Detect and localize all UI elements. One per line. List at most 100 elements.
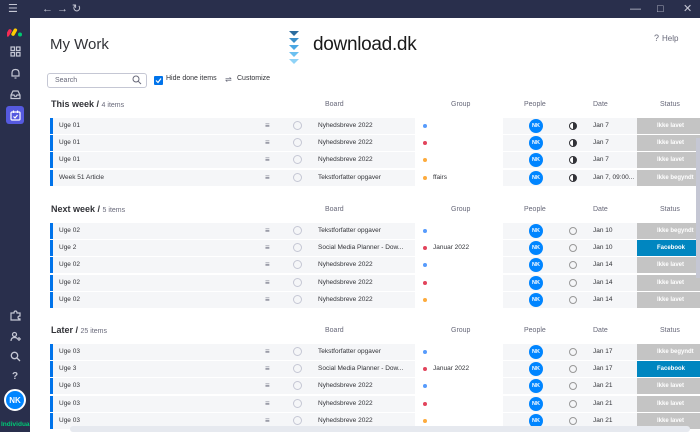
column-header-date[interactable]: Date — [593, 206, 608, 213]
hamburger-icon[interactable]: ☰ — [8, 1, 18, 17]
column-header-group[interactable]: Group — [451, 101, 470, 108]
updates-icon[interactable] — [293, 226, 302, 235]
person-avatar[interactable]: NK — [529, 275, 543, 290]
column-header-people[interactable]: People — [524, 206, 546, 213]
item-name[interactable]: Uge 03 — [59, 400, 80, 407]
person-avatar[interactable]: NK — [529, 170, 543, 185]
updates-icon[interactable] — [293, 294, 302, 304]
status-label[interactable]: Facebook — [637, 361, 700, 378]
date-value[interactable]: Jan 7 — [593, 156, 609, 163]
item-name[interactable]: Week 51 Article — [59, 174, 104, 181]
status-label[interactable]: Ikke lavet — [637, 378, 700, 395]
table-row[interactable]: Uge 02 ≡ Nyhedsbreve 2022 NK Jan 14 Ikke lave… — [50, 291, 700, 308]
column-header-status[interactable]: Status — [660, 101, 680, 108]
table-row[interactable]: Uge 02 ≡ Nyhedsbreve 2022 NK Jan 14 Ikke lave… — [50, 274, 700, 291]
section-title[interactable]: Next week / 5 items — [51, 204, 125, 214]
subitems-icon[interactable]: ≡ — [265, 121, 270, 130]
updates-icon[interactable] — [293, 243, 302, 253]
item-name[interactable]: Uge 02 — [59, 296, 80, 303]
column-header-group[interactable]: Group — [451, 206, 470, 213]
date-value[interactable]: Jan 7 — [593, 122, 609, 129]
column-header-board[interactable]: Board — [325, 101, 344, 108]
item-name[interactable]: Uge 01 — [59, 139, 80, 146]
updates-icon[interactable] — [293, 347, 302, 356]
inbox-icon[interactable] — [7, 86, 23, 102]
status-label[interactable]: Ikke lavet — [637, 152, 700, 169]
date-value[interactable]: Jan 14 — [593, 279, 613, 286]
horizontal-scrollbar[interactable] — [70, 426, 690, 432]
subitems-icon[interactable]: ≡ — [265, 381, 270, 390]
updates-icon[interactable] — [293, 364, 302, 374]
column-header-status[interactable]: Status — [660, 206, 680, 213]
board-name[interactable]: Tekstforfatter opgaver — [318, 227, 381, 234]
search-icon[interactable] — [7, 348, 23, 364]
table-row[interactable]: Uge 01 ≡ Nyhedsbreve 2022 NK Jan 7 Ikke lavet — [50, 118, 700, 134]
bell-icon[interactable] — [7, 65, 23, 81]
vertical-scrollbar[interactable] — [696, 138, 700, 278]
item-name[interactable]: Uge 01 — [59, 122, 80, 129]
hide-done-checkbox[interactable] — [154, 76, 163, 85]
board-name[interactable]: Nyhedsbreve 2022 — [318, 417, 373, 424]
person-avatar[interactable]: NK — [529, 362, 543, 377]
search-input[interactable]: Search — [47, 73, 147, 88]
help-button[interactable]: ? Help — [654, 33, 678, 43]
status-label[interactable]: Ikke lavet — [637, 395, 700, 412]
date-value[interactable]: Jan 17 — [593, 365, 613, 372]
avatar[interactable]: NK — [4, 389, 26, 411]
board-name[interactable]: Nyhedsbreve 2022 — [318, 296, 373, 303]
column-header-people[interactable]: People — [524, 101, 546, 108]
apps-grid-icon[interactable] — [7, 43, 23, 59]
updates-icon[interactable] — [293, 138, 302, 148]
subitems-icon[interactable]: ≡ — [265, 347, 270, 356]
column-header-board[interactable]: Board — [325, 206, 344, 213]
column-header-group[interactable]: Group — [451, 327, 470, 334]
customize-icon[interactable]: ⇌ — [225, 75, 232, 84]
item-name[interactable]: Uge 02 — [59, 261, 80, 268]
column-header-date[interactable]: Date — [593, 327, 608, 334]
table-row[interactable]: Uge 03 ≡ Nyhedsbreve 2022 NK Jan 21 Ikke lave… — [50, 378, 700, 395]
subitems-icon[interactable]: ≡ — [265, 138, 270, 147]
date-value[interactable]: Jan 14 — [593, 296, 613, 303]
board-name[interactable]: Nyhedsbreve 2022 — [318, 400, 373, 407]
back-arrow-icon[interactable]: ← — [42, 1, 53, 17]
table-row[interactable]: Uge 2 ≡ Social Media Planner - Dow... Janua… — [50, 240, 700, 257]
section-title[interactable]: Later / 25 items — [51, 325, 107, 335]
status-label[interactable]: Ikke begyndt — [637, 169, 700, 186]
board-name[interactable]: Nyhedsbreve 2022 — [318, 382, 373, 389]
person-avatar[interactable]: NK — [529, 379, 543, 394]
date-value[interactable]: Jan 21 — [593, 382, 613, 389]
person-avatar[interactable]: NK — [529, 224, 543, 238]
section-title[interactable]: This week / 4 items — [51, 99, 124, 109]
date-value[interactable]: Jan 7 — [593, 139, 609, 146]
table-row[interactable]: Uge 03 ≡ Tekstforfatter opgaver NK Jan 17 Ikk… — [50, 344, 700, 360]
subitems-icon[interactable]: ≡ — [265, 243, 270, 252]
updates-icon[interactable] — [293, 260, 302, 270]
subitems-icon[interactable]: ≡ — [265, 260, 270, 269]
item-name[interactable]: Uge 2 — [59, 244, 76, 251]
person-avatar[interactable]: NK — [529, 345, 543, 359]
table-row[interactable]: Uge 02 ≡ Nyhedsbreve 2022 NK Jan 14 Ikke lave… — [50, 257, 700, 274]
person-avatar[interactable]: NK — [529, 119, 543, 133]
monday-logo[interactable] — [7, 24, 23, 40]
status-label[interactable]: Ikke begyndt — [637, 223, 700, 239]
status-label[interactable]: Ikke lavet — [637, 118, 700, 134]
column-header-status[interactable]: Status — [660, 327, 680, 334]
status-label[interactable]: Ikke lavet — [637, 274, 700, 291]
status-label[interactable]: Facebook — [637, 240, 700, 257]
forward-arrow-icon[interactable]: → — [57, 1, 68, 17]
puzzle-icon[interactable] — [7, 307, 23, 323]
person-avatar[interactable]: NK — [529, 258, 543, 273]
date-value[interactable]: Jan 10 — [593, 244, 613, 251]
board-name[interactable]: Nyhedsbreve 2022 — [318, 122, 373, 129]
person-avatar[interactable]: NK — [529, 292, 543, 307]
subitems-icon[interactable]: ≡ — [265, 278, 270, 287]
updates-icon[interactable] — [293, 381, 302, 391]
person-avatar[interactable]: NK — [529, 241, 543, 256]
board-name[interactable]: Social Media Planner - Dow... — [318, 365, 403, 372]
board-name[interactable]: Nyhedsbreve 2022 — [318, 139, 373, 146]
date-value[interactable]: Jan 10 — [593, 227, 613, 234]
table-row[interactable]: Uge 02 ≡ Tekstforfatter opgaver NK Jan 10 Ikk… — [50, 223, 700, 239]
customize-button[interactable]: Customize — [237, 75, 270, 82]
date-value[interactable]: Jan 7, 09:00... — [593, 174, 634, 181]
table-row[interactable]: Uge 01 ≡ Nyhedsbreve 2022 NK Jan 7 Ikke lavet — [50, 135, 700, 152]
